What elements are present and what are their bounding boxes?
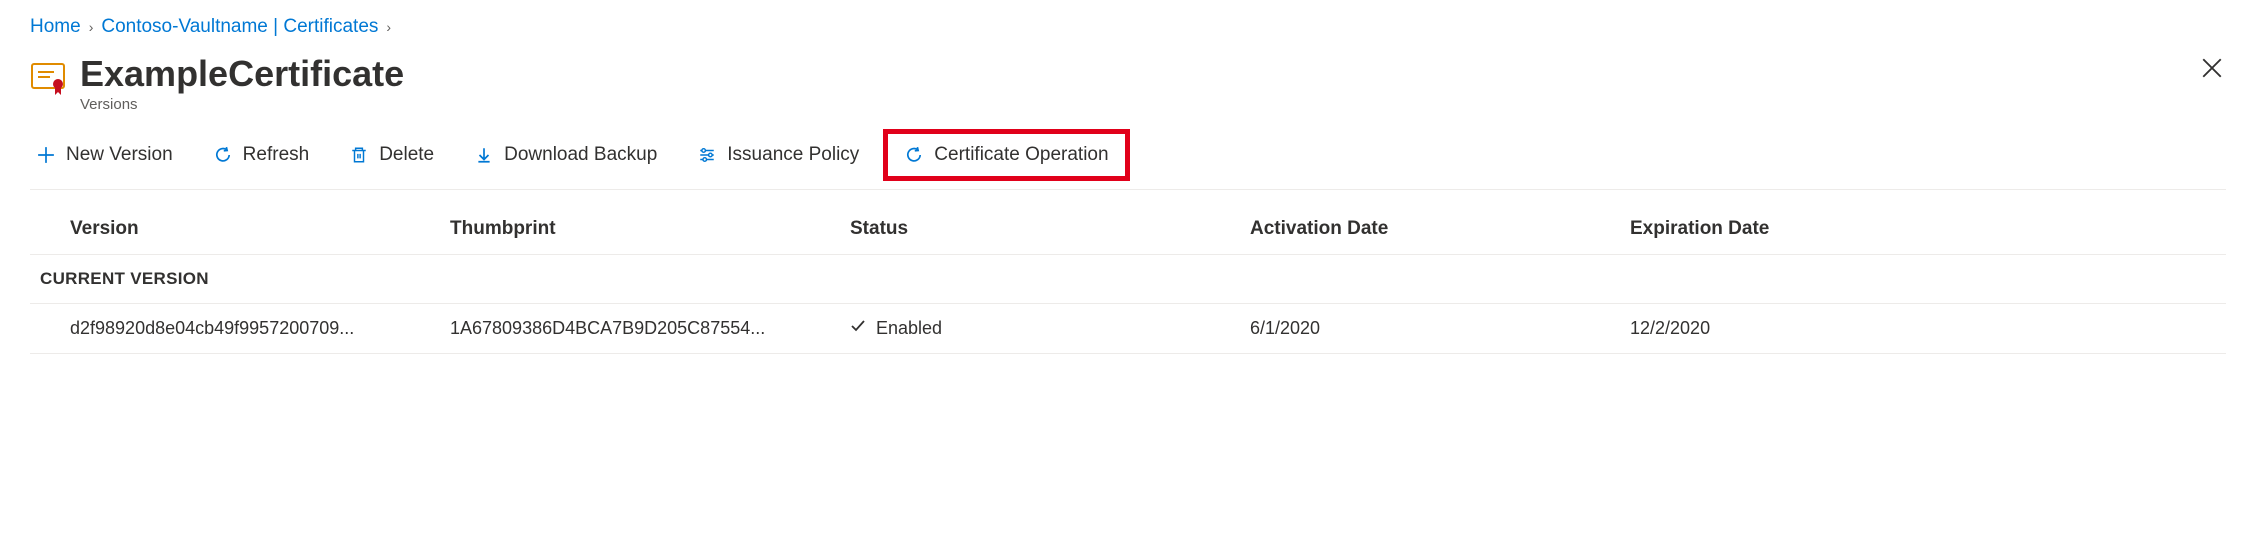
- refresh-label: Refresh: [243, 144, 310, 166]
- cell-version: d2f98920d8e04cb49f9957200709...: [70, 318, 450, 339]
- cell-expiration: 12/2/2020: [1630, 318, 2226, 339]
- section-label: CURRENT VERSION: [30, 269, 2226, 289]
- certificate-operation-label: Certificate Operation: [934, 144, 1108, 166]
- status-text: Enabled: [876, 318, 942, 339]
- refresh-icon: [213, 145, 233, 165]
- new-version-button[interactable]: New Version: [30, 140, 179, 170]
- cell-activation: 6/1/2020: [1250, 318, 1630, 339]
- trash-icon: [349, 145, 369, 165]
- command-bar: New Version Refresh Delete: [30, 113, 2226, 190]
- table-row[interactable]: d2f98920d8e04cb49f9957200709... 1A678093…: [30, 304, 2226, 354]
- breadcrumb: Home › Contoso-Vaultname | Certificates …: [30, 12, 2226, 54]
- download-icon: [474, 145, 494, 165]
- delete-label: Delete: [379, 144, 434, 166]
- chevron-right-icon: ›: [386, 19, 391, 35]
- col-expiration[interactable]: Expiration Date: [1630, 218, 2226, 240]
- delete-button[interactable]: Delete: [343, 140, 440, 170]
- col-version[interactable]: Version: [70, 218, 450, 240]
- col-status[interactable]: Status: [850, 218, 1250, 240]
- table-header-row: Version Thumbprint Status Activation Dat…: [30, 210, 2226, 255]
- col-thumbprint[interactable]: Thumbprint: [450, 218, 850, 240]
- settings-sliders-icon: [697, 145, 717, 165]
- versions-table: Version Thumbprint Status Activation Dat…: [30, 190, 2226, 354]
- page-subtitle: Versions: [80, 96, 404, 113]
- sync-icon: [904, 145, 924, 165]
- new-version-label: New Version: [66, 144, 173, 166]
- issuance-policy-label: Issuance Policy: [727, 144, 859, 166]
- page-title: ExampleCertificate: [80, 54, 404, 94]
- certificate-icon: [30, 60, 66, 96]
- cell-status: Enabled: [850, 318, 1250, 339]
- col-activation[interactable]: Activation Date: [1250, 218, 1630, 240]
- cell-thumbprint: 1A67809386D4BCA7B9D205C87554...: [450, 318, 850, 339]
- breadcrumb-vault[interactable]: Contoso-Vaultname | Certificates: [101, 16, 378, 38]
- chevron-right-icon: ›: [89, 19, 94, 35]
- highlight-box: Certificate Operation: [883, 129, 1129, 181]
- certificate-operation-button[interactable]: Certificate Operation: [898, 140, 1114, 170]
- check-icon: [850, 318, 866, 339]
- plus-icon: [36, 145, 56, 165]
- breadcrumb-home[interactable]: Home: [30, 16, 81, 38]
- close-button[interactable]: [2198, 54, 2226, 86]
- download-backup-button[interactable]: Download Backup: [468, 140, 663, 170]
- refresh-button[interactable]: Refresh: [207, 140, 316, 170]
- issuance-policy-button[interactable]: Issuance Policy: [691, 140, 865, 170]
- download-backup-label: Download Backup: [504, 144, 657, 166]
- section-current-version: CURRENT VERSION: [30, 255, 2226, 304]
